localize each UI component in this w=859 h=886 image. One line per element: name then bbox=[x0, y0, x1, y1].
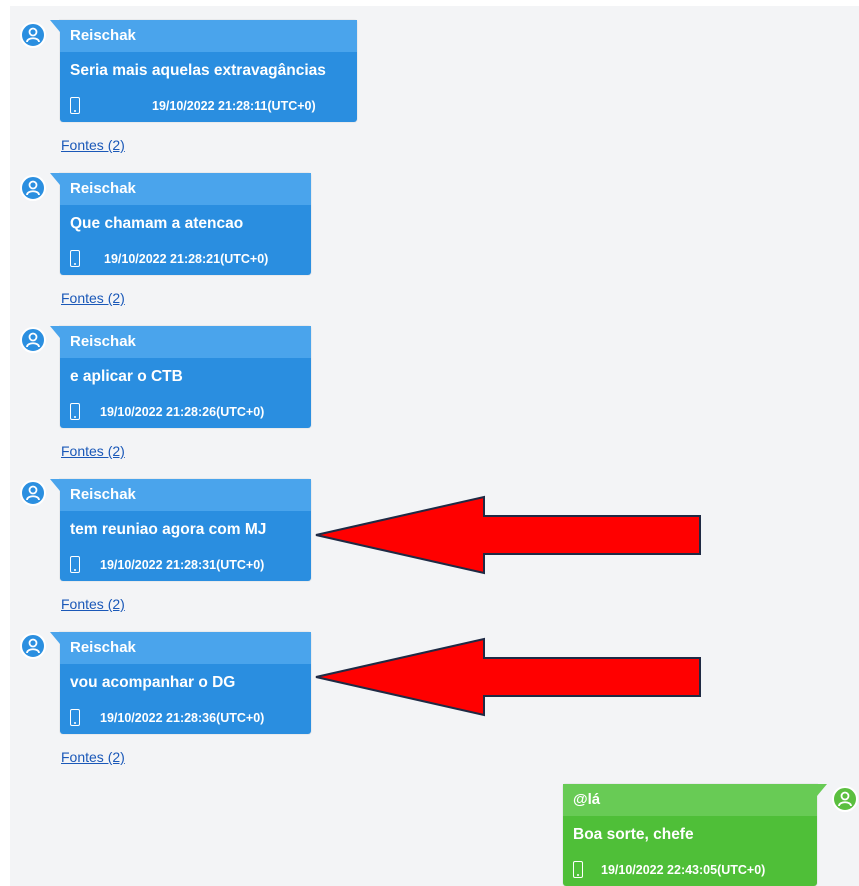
message-timestamp: 19/10/2022 21:28:26(UTC+0) bbox=[100, 404, 265, 419]
user-avatar-icon bbox=[832, 786, 858, 812]
message-meta: 19/10/2022 21:28:31(UTC+0) bbox=[60, 548, 311, 581]
sender-name: Reischak bbox=[60, 173, 311, 205]
phone-icon bbox=[70, 250, 80, 267]
message-text: Boa sorte, chefe bbox=[573, 826, 694, 843]
sources-link[interactable]: Fontes (2) bbox=[61, 443, 125, 459]
message-meta: 19/10/2022 21:28:26(UTC+0) bbox=[60, 395, 311, 428]
user-avatar-icon bbox=[20, 633, 46, 659]
phone-icon bbox=[70, 97, 80, 114]
message-timestamp: 19/10/2022 22:43:05(UTC+0) bbox=[601, 862, 766, 877]
bubble-tail bbox=[50, 20, 60, 32]
bubble-tail bbox=[50, 326, 60, 338]
bubble-tail bbox=[50, 479, 60, 491]
message-meta: 19/10/2022 21:28:21(UTC+0) bbox=[60, 242, 311, 275]
bubble-tail bbox=[50, 173, 60, 185]
message-text: e aplicar o CTB bbox=[70, 368, 183, 385]
sources-link[interactable]: Fontes (2) bbox=[61, 749, 125, 765]
user-avatar-icon bbox=[20, 480, 46, 506]
message-timestamp: 19/10/2022 21:28:21(UTC+0) bbox=[104, 251, 269, 266]
red-arrow-annotation bbox=[315, 495, 701, 575]
message-meta: 19/10/2022 22:43:05(UTC+0) bbox=[563, 853, 817, 886]
message-bubble[interactable]: Reischak Seria mais aquelas extravagânci… bbox=[50, 20, 357, 122]
sender-name: Reischak bbox=[60, 326, 311, 358]
sender-name: Reischak bbox=[60, 20, 357, 52]
message-text: Que chamam a atencao bbox=[70, 215, 244, 232]
message-timestamp: 19/10/2022 21:28:31(UTC+0) bbox=[100, 557, 265, 572]
message-timestamp: 19/10/2022 21:28:36(UTC+0) bbox=[100, 710, 265, 725]
user-avatar-icon bbox=[20, 22, 46, 48]
bubble-tail bbox=[817, 784, 827, 796]
user-avatar-icon bbox=[20, 175, 46, 201]
red-arrow-annotation bbox=[315, 637, 701, 717]
sender-name: Reischak bbox=[60, 632, 311, 664]
bubble-tail bbox=[50, 632, 60, 644]
message-text: vou acompanhar o DG bbox=[70, 674, 236, 691]
sources-link[interactable]: Fontes (2) bbox=[61, 290, 125, 306]
phone-icon bbox=[70, 403, 80, 420]
sources-link[interactable]: Fontes (2) bbox=[61, 596, 125, 612]
message-bubble[interactable]: Reischak Que chamam a atencao 19/10/2022… bbox=[50, 173, 311, 275]
chat-panel bbox=[10, 6, 859, 886]
sources-link[interactable]: Fontes (2) bbox=[61, 137, 125, 153]
message-meta: 19/10/2022 21:28:11(UTC+0) bbox=[60, 89, 357, 122]
message-bubble[interactable]: Reischak vou acompanhar o DG 19/10/2022 … bbox=[50, 632, 311, 734]
message-text: Seria mais aquelas extravagâncias bbox=[70, 62, 326, 79]
message-bubble[interactable]: Reischak e aplicar o CTB 19/10/2022 21:2… bbox=[50, 326, 311, 428]
message-text: tem reuniao agora com MJ bbox=[70, 521, 267, 538]
phone-icon bbox=[70, 709, 80, 726]
user-avatar-icon bbox=[20, 327, 46, 353]
sender-name: Reischak bbox=[60, 479, 311, 511]
sender-name: @lá bbox=[563, 784, 817, 816]
message-meta: 19/10/2022 21:28:36(UTC+0) bbox=[60, 701, 311, 734]
message-timestamp: 19/10/2022 21:28:11(UTC+0) bbox=[152, 98, 316, 113]
phone-icon bbox=[70, 556, 80, 573]
reply-bubble[interactable]: @lá Boa sorte, chefe 19/10/2022 22:43:05… bbox=[563, 784, 827, 886]
phone-icon bbox=[573, 861, 583, 878]
message-bubble[interactable]: Reischak tem reuniao agora com MJ 19/10/… bbox=[50, 479, 311, 581]
